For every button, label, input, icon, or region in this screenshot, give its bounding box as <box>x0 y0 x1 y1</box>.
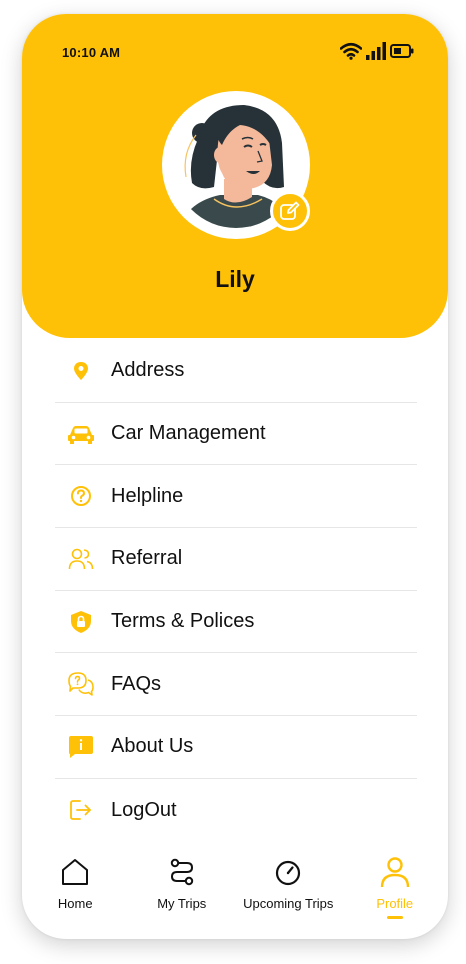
profile-menu: Address Car Management Helpline Referral… <box>55 340 417 842</box>
logout-icon <box>55 799 111 821</box>
tab-label: Home <box>57 896 93 911</box>
menu-item-terms-polices[interactable]: Terms & Polices <box>55 591 417 654</box>
menu-item-address[interactable]: Address <box>55 340 417 403</box>
menu-item-logout[interactable]: LogOut <box>55 779 417 842</box>
bottom-tab-bar: Home My Trips Upcoming Trips Profile <box>22 844 448 924</box>
info-message-icon <box>55 735 111 759</box>
tab-upcoming-trips[interactable]: Upcoming Trips <box>235 844 342 924</box>
menu-item-label: FAQs <box>111 672 162 695</box>
menu-item-car-management[interactable]: Car Management <box>55 403 417 466</box>
car-icon <box>55 424 111 444</box>
tab-label: My Trips <box>157 896 207 911</box>
active-tab-indicator <box>386 916 403 919</box>
menu-item-label: Referral <box>111 547 183 570</box>
profile-header: 10:10 AM Lily <box>22 14 448 338</box>
edit-avatar-button[interactable] <box>270 191 310 231</box>
edit-icon <box>280 201 300 220</box>
tab-my-trips[interactable]: My Trips <box>129 844 236 924</box>
menu-item-about-us[interactable]: About Us <box>55 716 417 779</box>
tab-label: Upcoming Trips <box>243 896 334 911</box>
home-icon <box>60 856 90 888</box>
menu-item-label: Helpline <box>111 484 184 507</box>
route-icon <box>169 856 195 888</box>
tab-home[interactable]: Home <box>22 844 129 924</box>
users-icon <box>55 548 111 570</box>
menu-item-label: About Us <box>111 735 194 758</box>
menu-item-label: Terms & Polices <box>111 610 255 633</box>
menu-item-label: Car Management <box>111 422 266 445</box>
phone-frame: 10:10 AM Lily Address Car Management Hel… <box>22 14 448 939</box>
user-name: Lily <box>215 266 255 292</box>
menu-item-faqs[interactable]: FAQs <box>55 653 417 717</box>
wifi-icon <box>340 42 362 60</box>
menu-item-referral[interactable]: Referral <box>55 528 417 591</box>
location-pin-icon <box>55 361 111 381</box>
tab-profile[interactable]: Profile <box>342 844 449 924</box>
shield-lock-icon <box>55 610 111 634</box>
help-circle-icon <box>55 485 111 507</box>
menu-item-helpline[interactable]: Helpline <box>55 465 417 529</box>
battery-icon <box>390 44 414 58</box>
faq-bubbles-icon <box>55 671 111 697</box>
tab-label: Profile <box>376 896 414 911</box>
menu-item-label: Address <box>111 359 185 382</box>
signal-icon <box>366 42 386 60</box>
status-icons <box>340 42 414 60</box>
timer-icon <box>274 856 302 888</box>
user-icon <box>380 856 410 888</box>
status-time: 10:10 AM <box>62 45 121 60</box>
menu-item-label: LogOut <box>111 798 177 821</box>
